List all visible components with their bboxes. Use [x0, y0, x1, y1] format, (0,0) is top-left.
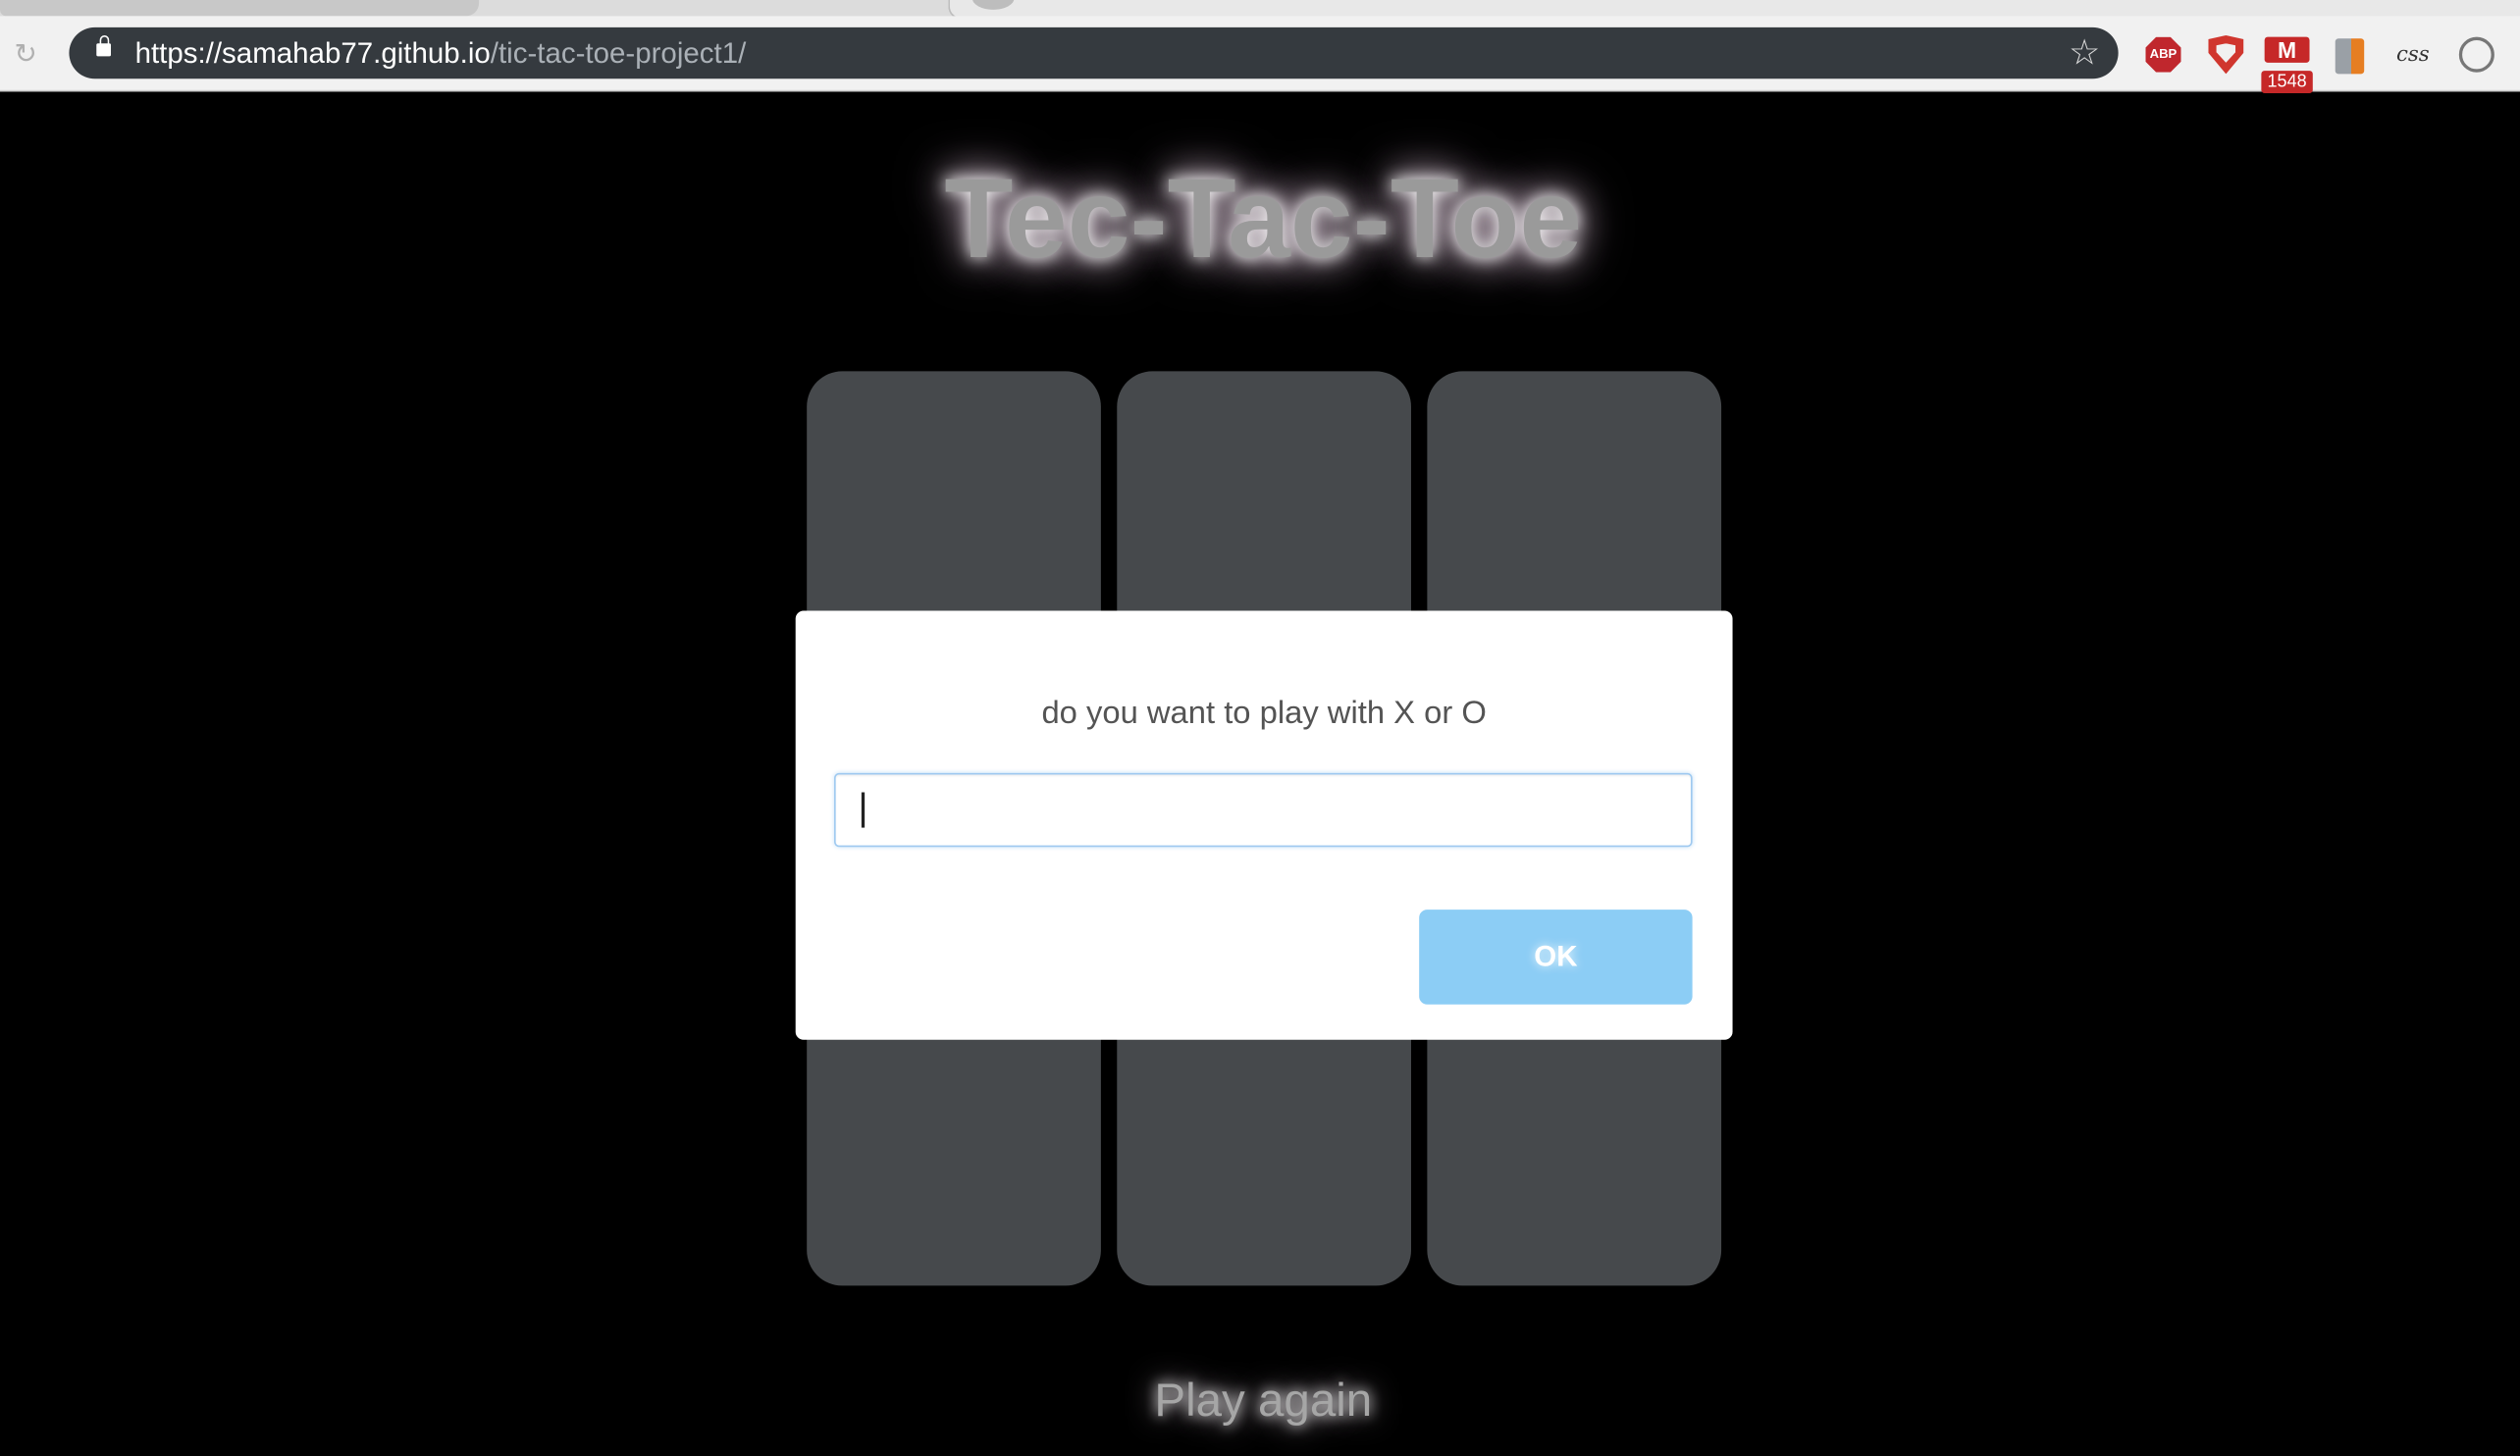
dialog-prompt: do you want to play with X or O [1041, 696, 1487, 732]
text-caret [861, 792, 866, 828]
address-bar[interactable]: https://samahab77.github.io/tic-tac-toe-… [69, 26, 2119, 79]
profile-icon[interactable] [2458, 36, 2494, 73]
screen: ↻ https://samahab77.github.io/tic-tac-to… [0, 0, 2520, 1456]
play-again-button[interactable]: Play again [0, 1376, 2520, 1429]
ok-button[interactable]: OK [1419, 910, 1693, 1005]
url-path: /tic-tac-toe-project1/ [490, 36, 747, 70]
browser-toolbar: ↻ https://samahab77.github.io/tic-tac-to… [0, 16, 2520, 94]
page-title: Tec-Tac-Toe [944, 155, 1583, 282]
adblock-icon[interactable]: ABP [2145, 36, 2181, 73]
tab-inactive[interactable] [0, 0, 480, 17]
player-choice-input[interactable] [834, 772, 1693, 848]
lock-icon [96, 35, 112, 57]
gmail-count-badge: 1548 [2261, 71, 2313, 94]
css-extension-icon[interactable]: css [2396, 43, 2430, 68]
office-icon[interactable] [2335, 38, 2365, 75]
url-text[interactable]: https://samahab77.github.io/tic-tac-toe-… [135, 37, 747, 70]
gmail-icon[interactable]: M [2264, 36, 2310, 63]
reload-icon[interactable]: ↻ [10, 38, 42, 71]
bookmark-star-icon[interactable]: ☆ [2067, 32, 2102, 75]
url-host: https://samahab77.github.io [134, 36, 491, 70]
shield-icon[interactable] [2208, 35, 2244, 75]
adblock-label: ABP [2149, 46, 2178, 62]
prompt-dialog: do you want to play with X or O OK [795, 610, 1733, 1040]
